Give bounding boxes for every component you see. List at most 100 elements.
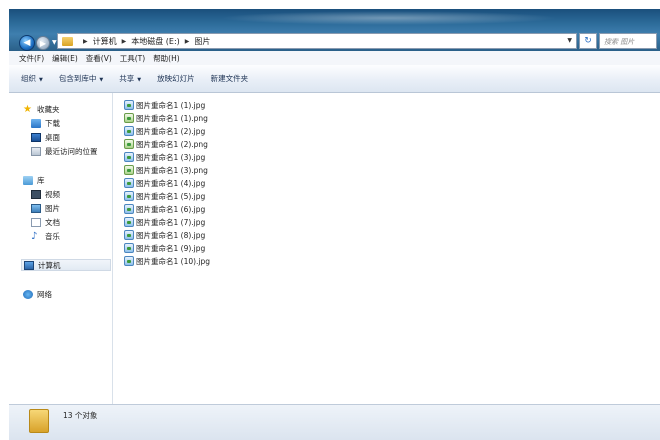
file-name: 图片重命名1 (10).jpg <box>136 256 211 266</box>
file-name: 图片重命名1 (1).jpg <box>136 100 206 110</box>
file-item[interactable]: 图片重命名1 (6).jpg <box>124 203 205 215</box>
slideshow-button[interactable]: 放映幻灯片 <box>157 73 195 84</box>
nav-favorites-label: 收藏夹 <box>37 104 60 114</box>
library-icon <box>23 175 33 185</box>
image-file-icon <box>124 100 134 110</box>
nav-libraries-label: 库 <box>37 175 45 185</box>
image-file-icon <box>124 217 134 227</box>
file-name: 图片重命名1 (6).jpg <box>136 204 206 214</box>
image-file-icon <box>124 243 134 253</box>
image-file-icon <box>124 256 134 266</box>
video-library-icon <box>31 189 41 199</box>
details-pane: 13 个对象 <box>9 404 660 440</box>
breadcrumb-pictures[interactable]: 图片 <box>194 36 210 47</box>
menu-view[interactable]: 查看(V) <box>86 53 112 64</box>
file-name: 图片重命名1 (2).png <box>136 139 208 149</box>
nav-videos[interactable]: 视频 <box>31 188 60 200</box>
file-item[interactable]: 图片重命名1 (1).png <box>124 112 208 124</box>
image-file-icon <box>124 113 134 123</box>
file-name: 图片重命名1 (3).jpg <box>136 152 206 162</box>
menu-bar: 文件(F) 编辑(E) 查看(V) 工具(T) 帮助(H) <box>9 51 660 65</box>
arrow-right-icon: ▶ <box>39 38 47 48</box>
chevron-down-icon: ▼ <box>137 77 142 83</box>
music-note-icon: ♪ <box>31 230 38 242</box>
breadcrumb-separator-icon[interactable]: ▶ <box>185 38 190 45</box>
download-folder-icon <box>31 118 41 128</box>
address-bar[interactable]: ▶ 计算机 ▶ 本地磁盘 (E:) ▶ 图片 ▼ <box>57 33 577 49</box>
nav-downloads-label: 下载 <box>45 118 60 128</box>
nav-libraries[interactable]: 库 <box>23 174 45 186</box>
nav-computer[interactable]: 计算机 <box>21 259 111 271</box>
chevron-down-icon: ▼ <box>99 77 104 83</box>
nav-videos-label: 视频 <box>45 189 60 199</box>
file-name: 图片重命名1 (9).jpg <box>136 243 206 253</box>
nav-pictures[interactable]: 图片 <box>31 202 60 214</box>
file-item[interactable]: 图片重命名1 (5).jpg <box>124 190 205 202</box>
recent-pages-dropdown[interactable]: ▼ <box>52 39 57 46</box>
nav-recent-label: 最近访问的位置 <box>45 146 98 156</box>
address-dropdown-icon[interactable]: ▼ <box>567 37 572 44</box>
menu-file[interactable]: 文件(F) <box>19 53 44 64</box>
file-name: 图片重命名1 (3).png <box>136 165 208 175</box>
breadcrumb-local-disk[interactable]: 本地磁盘 (E:) <box>131 36 180 47</box>
nav-downloads[interactable]: 下载 <box>31 117 60 129</box>
breadcrumb-separator-icon[interactable]: ▶ <box>122 38 127 45</box>
star-icon: ★ <box>23 103 32 115</box>
refresh-button[interactable]: ↻ <box>579 33 597 49</box>
file-name: 图片重命名1 (1).png <box>136 113 208 123</box>
file-name: 图片重命名1 (2).jpg <box>136 126 206 136</box>
file-list: 图片重命名1 (1).jpg 图片重命名1 (1).png 图片重命名1 (2)… <box>114 93 660 404</box>
computer-icon <box>24 260 34 270</box>
arrow-left-icon: ◀ <box>23 38 31 48</box>
file-item[interactable]: 图片重命名1 (2).jpg <box>124 125 205 137</box>
image-file-icon <box>124 165 134 175</box>
file-item[interactable]: 图片重命名1 (9).jpg <box>124 242 205 254</box>
forward-button[interactable]: ▶ <box>36 36 50 50</box>
file-item[interactable]: 图片重命名1 (7).jpg <box>124 216 205 228</box>
nav-desktop[interactable]: 桌面 <box>31 131 60 143</box>
file-item[interactable]: 图片重命名1 (3).png <box>124 164 208 176</box>
file-name: 图片重命名1 (8).jpg <box>136 230 206 240</box>
file-item[interactable]: 图片重命名1 (1).jpg <box>124 99 205 111</box>
folder-icon <box>62 36 73 46</box>
organize-button[interactable]: 组织 ▼ <box>21 73 43 84</box>
nav-documents-label: 文档 <box>45 217 60 227</box>
nav-computer-label: 计算机 <box>38 260 61 270</box>
organize-label: 组织 <box>21 74 36 83</box>
breadcrumb-computer[interactable]: 计算机 <box>93 36 117 47</box>
new-folder-button[interactable]: 新建文件夹 <box>211 73 249 84</box>
nav-pictures-label: 图片 <box>45 203 60 213</box>
menu-tools[interactable]: 工具(T) <box>120 53 145 64</box>
file-item[interactable]: 图片重命名1 (2).png <box>124 138 208 150</box>
nav-favorites[interactable]: ★ 收藏夹 <box>23 103 60 115</box>
file-item[interactable]: 图片重命名1 (10).jpg <box>124 255 210 267</box>
breadcrumb-separator-icon[interactable]: ▶ <box>83 38 88 45</box>
back-button[interactable]: ◀ <box>19 35 35 51</box>
nav-music[interactable]: ♪ 音乐 <box>31 230 60 242</box>
nav-network[interactable]: 网络 <box>23 288 52 300</box>
image-file-icon <box>124 230 134 240</box>
desktop-icon <box>31 132 41 142</box>
nav-documents[interactable]: 文档 <box>31 216 60 228</box>
file-item[interactable]: 图片重命名1 (8).jpg <box>124 229 205 241</box>
image-file-icon <box>124 191 134 201</box>
file-item[interactable]: 图片重命名1 (4).jpg <box>124 177 205 189</box>
image-file-icon <box>124 126 134 136</box>
explorer-window: ◀ ▶ ▼ ▶ 计算机 ▶ 本地磁盘 (E:) ▶ 图片 ▼ ↻ 搜索 图片 文… <box>9 9 660 440</box>
navigation-pane: ★ 收藏夹 下载 桌面 最近访问的位置 库 视频 图片 文档 ♪ 音乐 计算机 <box>9 93 113 404</box>
file-item[interactable]: 图片重命名1 (3).jpg <box>124 151 205 163</box>
menu-edit[interactable]: 编辑(E) <box>52 53 78 64</box>
share-button[interactable]: 共享 ▼ <box>119 73 141 84</box>
file-name: 图片重命名1 (5).jpg <box>136 191 206 201</box>
file-name: 图片重命名1 (4).jpg <box>136 178 206 188</box>
recent-places-icon <box>31 146 41 156</box>
share-label: 共享 <box>119 74 135 83</box>
item-count: 13 个对象 <box>63 411 98 420</box>
title-bar: ◀ ▶ ▼ ▶ 计算机 ▶ 本地磁盘 (E:) ▶ 图片 ▼ ↻ 搜索 图片 <box>9 9 660 51</box>
menu-help[interactable]: 帮助(H) <box>153 53 180 64</box>
image-file-icon <box>124 139 134 149</box>
search-input[interactable]: 搜索 图片 <box>599 33 657 49</box>
nav-network-label: 网络 <box>37 289 52 299</box>
include-in-library-button[interactable]: 包含到库中 ▼ <box>59 73 103 84</box>
nav-recent-places[interactable]: 最近访问的位置 <box>31 145 98 157</box>
